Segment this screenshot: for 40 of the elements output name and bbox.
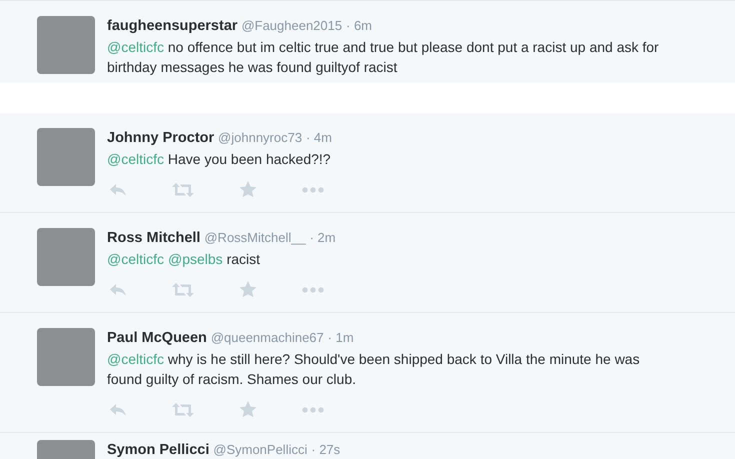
more-icon[interactable] — [302, 286, 324, 292]
reply-icon[interactable] — [109, 402, 127, 416]
tweet-text: @celticfc Have you been hacked?!? — [107, 150, 332, 169]
avatar-photo[interactable] — [37, 328, 95, 386]
reply-icon[interactable] — [109, 282, 127, 296]
mention-link[interactable]: @celticfc — [107, 251, 164, 267]
tweet-time[interactable]: · 6m — [346, 18, 372, 33]
tweet-text: @celticfc why is he still here? Should've been shipped back to Villa the minute he was found guilty of racism. Shames our club. — [107, 350, 641, 389]
tweet-text: @celticfc @pselbs racist — [107, 250, 262, 269]
user-name[interactable]: faugheensuperstar — [107, 18, 238, 34]
retweet-icon[interactable] — [172, 402, 194, 416]
user-name[interactable]: Johnny Proctor — [107, 130, 214, 146]
user-handle[interactable]: @SymonPellicci — [213, 442, 308, 457]
reply-icon[interactable] — [109, 182, 127, 196]
user-name[interactable]: Ross Mitchell — [107, 230, 200, 246]
avatar-photo[interactable] — [37, 128, 95, 186]
tweet-time[interactable]: · 27s — [311, 442, 340, 457]
mention-link[interactable]: @celticfc — [107, 351, 164, 367]
user-handle[interactable]: @johnnyroc73 — [218, 130, 302, 145]
mention-link[interactable]: @celticfc — [107, 151, 164, 167]
mention-link[interactable]: @celticfc — [107, 39, 164, 55]
retweet-icon[interactable] — [172, 182, 194, 196]
tweet-time[interactable]: · 2m — [310, 230, 336, 245]
user-name[interactable]: Symon Pellicci — [107, 442, 210, 458]
user-name[interactable]: Paul McQueen — [107, 330, 207, 346]
tweet-time[interactable]: · 1m — [328, 330, 354, 345]
avatar-photo[interactable] — [37, 16, 95, 74]
star-icon[interactable] — [239, 281, 257, 298]
mention-link[interactable]: @pselbs — [168, 251, 223, 267]
more-icon[interactable] — [302, 186, 324, 192]
tweet-text: @celticfc no offence but im celtic true and true but please dont put a racist up and ask for birthday messages he was found guiltyof racist — [107, 38, 660, 77]
star-icon[interactable] — [239, 401, 257, 418]
user-handle[interactable]: @RossMitchell__ — [204, 230, 306, 245]
more-icon[interactable] — [302, 406, 324, 412]
retweet-icon[interactable] — [172, 282, 194, 296]
user-handle[interactable]: @Faugheen2015 — [241, 18, 342, 33]
user-handle[interactable]: @queenmachine67 — [210, 330, 324, 345]
star-icon[interactable] — [239, 181, 257, 198]
tweet-time[interactable]: · 4m — [306, 130, 332, 145]
avatar-photo[interactable] — [37, 228, 95, 286]
